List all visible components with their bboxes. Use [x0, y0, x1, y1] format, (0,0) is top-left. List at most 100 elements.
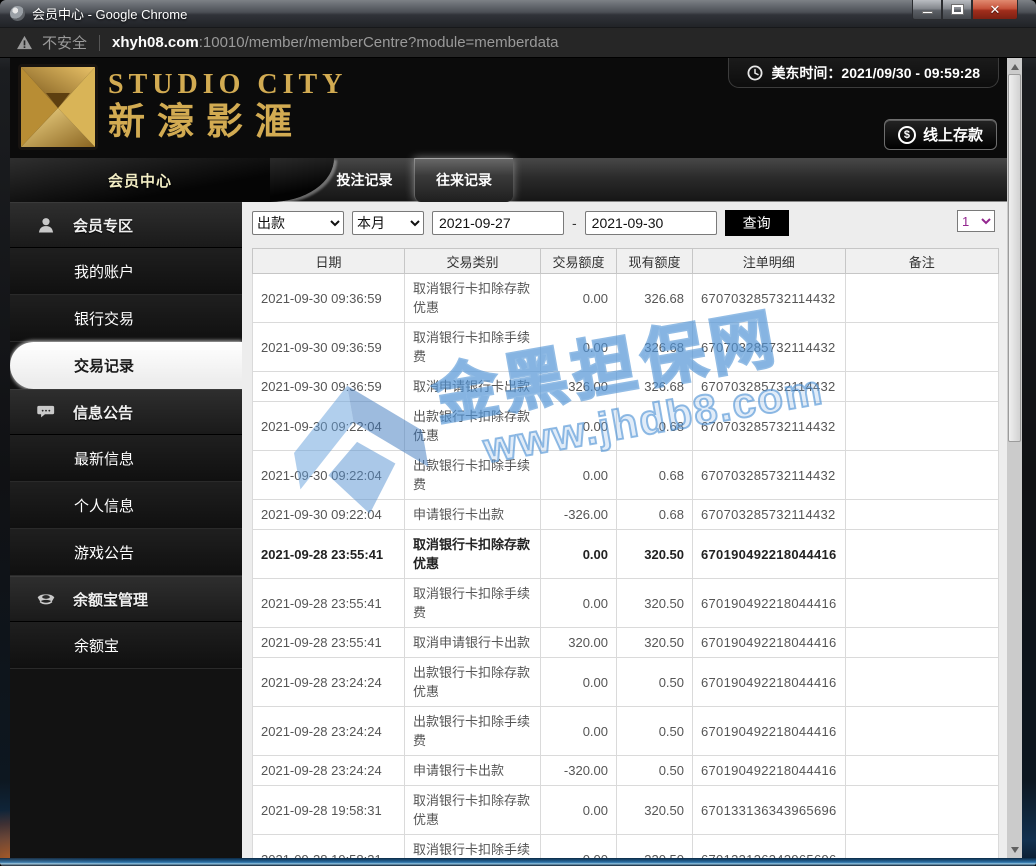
clock-icon	[747, 65, 763, 80]
col-type: 交易类别	[404, 248, 541, 274]
cell-balance: 0.50	[616, 706, 693, 756]
main-navbar: 会员中心 投注记录 往来记录	[10, 158, 1007, 202]
cell-amount: 320.00	[540, 627, 617, 658]
table-row: 2021-09-28 23:55:41 取消申请银行卡出款 320.00 320…	[252, 627, 1000, 658]
sidebar-item-game-announcements[interactable]: 游戏公告	[10, 529, 242, 576]
col-date: 日期	[252, 248, 405, 274]
cell-date: 2021-09-30 09:22:04	[252, 499, 405, 530]
online-deposit-button[interactable]: $ 线上存款	[883, 119, 997, 150]
cell-amount: 326.00	[540, 371, 617, 402]
cell-amount: 0.00	[540, 450, 617, 500]
cell-balance: 326.68	[616, 273, 693, 323]
cell-amount: 0.00	[540, 834, 617, 858]
cell-order-detail: 670703285732114432	[692, 371, 846, 402]
sidebar: 会员专区 我的账户 银行交易 交易记录 信息公告 最新信息 个人信息 游戏公告	[10, 202, 242, 858]
table-row: 2021-09-30 09:36:59 取消申请银行卡出款 326.00 326…	[252, 371, 1000, 402]
window-controls: ✕	[912, 0, 1018, 20]
maximize-icon	[951, 5, 963, 14]
cell-type: 出款银行卡扣除手续费	[404, 706, 541, 756]
site-logo[interactable]: STUDIO CITY 新濠影滙	[18, 64, 347, 150]
window-bottom-border	[0, 858, 1036, 866]
cell-date: 2021-09-30 09:22:04	[252, 450, 405, 500]
cell-remark	[844, 371, 1000, 402]
record-tabs: 投注记录 往来记录	[315, 158, 513, 202]
page-scrollbar[interactable]	[1007, 58, 1022, 858]
sidebar-item-transaction-records[interactable]: 交易记录	[10, 342, 242, 389]
cell-balance: 0.68	[616, 401, 693, 451]
cell-remark	[844, 627, 1000, 658]
scroll-up-button[interactable]	[1007, 59, 1022, 74]
sidebar-item-latest-news[interactable]: 最新信息	[10, 435, 242, 482]
cell-order-detail: 670703285732114432	[692, 401, 846, 451]
cell-type: 取消银行卡扣除手续费	[404, 578, 541, 628]
scrollbar-thumb[interactable]	[1008, 74, 1021, 442]
user-icon	[38, 218, 54, 233]
cell-balance: 0.50	[616, 755, 693, 786]
cell-order-detail: 670190492218044416	[692, 706, 846, 756]
address-bar[interactable]: 不安全 xhyh08.com :10010/member/memberCentr…	[0, 28, 1036, 58]
close-button[interactable]: ✕	[972, 0, 1018, 20]
table-row: 2021-09-28 23:55:41 取消银行卡扣除存款优惠 0.00 320…	[252, 529, 1000, 579]
cell-type: 取消申请银行卡出款	[404, 627, 541, 658]
cell-remark	[844, 657, 1000, 707]
date-to-input[interactable]	[584, 211, 717, 235]
minimize-button[interactable]	[912, 0, 942, 20]
member-center-tab[interactable]: 会员中心	[10, 158, 334, 202]
col-balance: 现有额度	[616, 248, 693, 274]
cell-remark	[844, 499, 1000, 530]
sidebar-item-yuebao[interactable]: 余额宝	[10, 622, 242, 669]
cell-type: 取消银行卡扣除手续费	[404, 834, 541, 858]
period-select[interactable]: 本月	[352, 211, 424, 235]
studio-city-x-icon	[18, 64, 98, 150]
table-row: 2021-09-28 23:24:24 申请银行卡出款 -320.00 0.50…	[252, 755, 1000, 786]
tab-transaction-records[interactable]: 往来记录	[414, 158, 513, 202]
section-label: 余额宝管理	[73, 591, 149, 609]
page-viewport: STUDIO CITY 新濠影滙 美东时间：2021/09/30 - 09:59…	[10, 58, 1007, 858]
sidebar-item-bank-transactions[interactable]: 银行交易	[10, 295, 242, 342]
page-number-select[interactable]: 1	[957, 210, 995, 232]
cell-amount: 0.00	[540, 273, 617, 323]
search-button[interactable]: 查询	[724, 210, 789, 236]
cell-balance: 326.68	[616, 322, 693, 372]
message-icon	[37, 405, 55, 418]
tab-betting-records[interactable]: 投注记录	[315, 158, 414, 202]
sidebar-item-personal-info[interactable]: 个人信息	[10, 482, 242, 529]
table-row: 2021-09-30 09:22:04 出款银行卡扣除存款优惠 0.00 0.6…	[252, 401, 1000, 451]
cell-order-detail: 670190492218044416	[692, 657, 846, 707]
cell-balance: 0.68	[616, 450, 693, 500]
server-time: 美东时间：2021/09/30 - 09:59:28	[728, 58, 999, 88]
server-time-text: 美东时间：2021/09/30 - 09:59:28	[771, 64, 980, 81]
member-center-label: 会员中心	[107, 172, 172, 190]
cell-amount: 0.00	[540, 322, 617, 372]
cell-remark	[844, 578, 1000, 628]
cell-amount: 0.00	[540, 529, 617, 579]
cell-remark	[844, 529, 1000, 579]
transaction-type-select[interactable]: 出款	[252, 211, 344, 235]
ingot-icon	[37, 594, 55, 605]
date-from-input[interactable]	[432, 211, 564, 235]
table-row: 2021-09-28 23:55:41 取消银行卡扣除手续费 0.00 320.…	[252, 578, 1000, 628]
col-amount: 交易额度	[540, 248, 617, 274]
cell-order-detail: 670703285732114432	[692, 499, 846, 530]
scroll-down-button[interactable]	[1007, 842, 1022, 857]
sidebar-item-my-account[interactable]: 我的账户	[10, 248, 242, 295]
maximize-button[interactable]	[942, 0, 972, 20]
security-status: 不安全	[42, 35, 88, 52]
cell-date: 2021-09-28 19:58:31	[252, 834, 405, 858]
cell-balance: 320.50	[616, 785, 693, 835]
section-label: 信息公告	[73, 404, 134, 422]
cell-balance: 0.50	[616, 657, 693, 707]
logo-text: STUDIO CITY 新濠影滙	[108, 70, 347, 144]
cell-type: 申请银行卡出款	[404, 499, 541, 530]
address-separator	[99, 34, 101, 51]
cell-order-detail: 670190492218044416	[692, 627, 846, 658]
table-header-row: 日期 交易类别 交易额度 现有额度 注单明细 备注	[252, 248, 1000, 274]
window-titlebar: 会员中心 - Google Chrome ✕	[0, 0, 1036, 28]
browser-window: 会员中心 - Google Chrome ✕ 不安全 xhyh08.com :1…	[0, 0, 1036, 866]
cell-remark	[844, 834, 1000, 858]
cell-type: 出款银行卡扣除存款优惠	[404, 401, 541, 451]
cell-amount: -326.00	[540, 499, 617, 530]
cell-date: 2021-09-28 19:58:31	[252, 785, 405, 835]
content-area: 会员专区 我的账户 银行交易 交易记录 信息公告 最新信息 个人信息 游戏公告	[10, 202, 1007, 858]
table-row: 2021-09-30 09:36:59 取消银行卡扣除手续费 0.00 326.…	[252, 322, 1000, 372]
